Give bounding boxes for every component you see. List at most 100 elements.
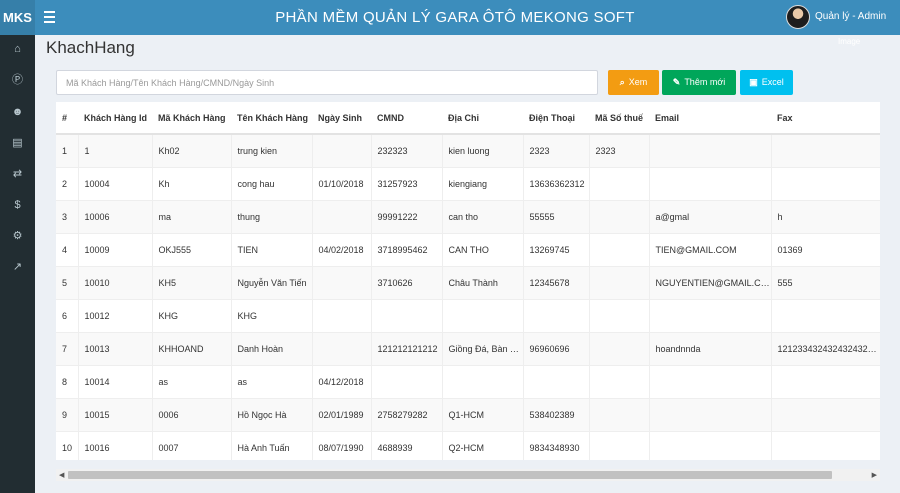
column-header[interactable]: Fax <box>771 102 880 135</box>
table-cell <box>523 365 590 398</box>
exchange-icon[interactable]: ⇄ <box>0 164 35 184</box>
table-cell: 10013 <box>78 332 153 365</box>
table-cell <box>649 134 772 167</box>
column-header[interactable]: Mã Số thuế <box>589 102 649 135</box>
table-cell <box>771 167 880 200</box>
table-cell: 55555 <box>523 200 590 233</box>
table-cell: 10009 <box>78 233 153 266</box>
table-cell: a@gmal <box>649 200 772 233</box>
page-title: KhachHang <box>46 38 135 57</box>
column-header[interactable]: # <box>56 102 78 135</box>
home-icon[interactable]: ⌂ <box>0 39 35 59</box>
app-logo[interactable]: MKS <box>0 0 35 35</box>
table-cell: 232323 <box>371 134 443 167</box>
table-cell: Q1-HCM <box>442 398 524 431</box>
table-cell: Châu Thành <box>442 266 524 299</box>
user-name[interactable]: Quản lý - Admin <box>815 11 886 22</box>
table-cell <box>771 299 880 332</box>
dollar-icon[interactable]: $ <box>0 195 35 215</box>
table-cell: Giồng Đá, Bàn Tân Định <box>442 332 524 365</box>
table-cell: 2758279282 <box>371 398 443 431</box>
table-cell: 08/07/1990 <box>312 431 372 460</box>
table-row[interactable]: 3 10006 ma thung 99991222 can tho 55555 a@gmal h <box>56 200 880 233</box>
table-cell <box>312 200 372 233</box>
table-cell: KHHOAND <box>152 332 232 365</box>
add-new-button[interactable]: ✎ Thêm mới <box>662 70 736 95</box>
table-cell: 10016 <box>78 431 153 460</box>
table-cell <box>649 431 772 460</box>
column-header[interactable]: Tên Khách Hàng <box>231 102 312 135</box>
table-row[interactable]: 6 10012 KHG KHG <box>56 299 880 332</box>
table-cell <box>312 266 372 299</box>
table-cell <box>312 299 372 332</box>
id-card-icon[interactable]: ▤ <box>0 133 35 153</box>
scroll-left-icon[interactable]: ◀ <box>59 471 64 479</box>
table-cell <box>589 167 650 200</box>
table-cell: ma <box>152 200 232 233</box>
table-cell: Q2-HCM <box>442 431 524 460</box>
table-cell: NGUYENTIEN@GMAIL.COM <box>649 266 772 299</box>
parking-icon[interactable]: Ⓟ <box>0 70 35 90</box>
table-cell: 6 <box>56 299 79 332</box>
table-cell: 12345678 <box>523 266 590 299</box>
table-cell: 9834348930 <box>523 431 590 460</box>
table-row[interactable]: 5 10010 KH5 Nguyễn Văn Tiến 3710626 Châu Thàn… <box>56 266 880 299</box>
excel-export-button[interactable]: ▣ Excel <box>740 70 793 95</box>
table-cell: 01/10/2018 <box>312 167 372 200</box>
table-row[interactable]: 2 10004 Kh cong hau 01/10/2018 31257923 kiengi… <box>56 167 880 200</box>
table-cell: Kh <box>152 167 232 200</box>
table-cell: 121212121212 <box>371 332 443 365</box>
table-cell: 01369 <box>771 233 880 266</box>
table-cell: KHG <box>231 299 313 332</box>
hamburger-menu-icon[interactable] <box>44 11 55 23</box>
column-header[interactable]: Ngày Sinh <box>312 102 371 135</box>
table-cell: 2323 <box>589 134 650 167</box>
table-cell: 1 <box>56 134 79 167</box>
table-cell <box>649 299 772 332</box>
column-header[interactable]: Địa Chỉ <box>442 102 523 135</box>
table-row[interactable]: 7 10013 KHHOAND Danh Hoàn 121212121212 Giồng … <box>56 332 880 365</box>
table-cell: hoandnnda <box>649 332 772 365</box>
column-header[interactable]: CMND <box>371 102 442 135</box>
cogs-icon[interactable]: ⚙ <box>0 226 35 246</box>
table-cell: 10015 <box>78 398 153 431</box>
table-cell: thung <box>231 200 313 233</box>
table-cell <box>649 398 772 431</box>
view-button[interactable]: ⌕ Xem <box>608 70 659 95</box>
table-row[interactable]: 1 1 Kh02 trung kien 232323 kien luong 2323 2323 <box>56 134 880 167</box>
search-input[interactable] <box>56 70 598 95</box>
scroll-right-icon[interactable]: ▶ <box>872 471 877 479</box>
table-cell: KHG <box>152 299 232 332</box>
table-cell <box>589 233 650 266</box>
column-header[interactable]: Điện Thoại <box>523 102 589 135</box>
table-row[interactable]: 9 10015 0006 Hồ Ngọc Hà 02/01/1989 2758279282… <box>56 398 880 431</box>
scrollbar-thumb[interactable] <box>68 471 832 479</box>
table-cell: 5 <box>56 266 79 299</box>
table-cell <box>589 299 650 332</box>
search-icon: ⌕ <box>619 77 625 87</box>
app-title: PHẦN MỀM QUẢN LÝ GARA ÔTÔ MEKONG SOFT <box>275 9 635 26</box>
line-chart-icon[interactable]: ↗ <box>0 257 35 277</box>
table-cell: trung kien <box>231 134 313 167</box>
table-row[interactable]: 10 10016 0007 Hà Anh Tuấn 08/07/1990 4688939 Q… <box>56 431 880 460</box>
table-row[interactable]: 4 10009 OKJ555 TIEN 04/02/2018 3718995462 CAN … <box>56 233 880 266</box>
table-cell <box>442 299 524 332</box>
table-row[interactable]: 8 10014 as as 04/12/2018 <box>56 365 880 398</box>
table-cell <box>589 431 650 460</box>
table-cell: 4 <box>56 233 79 266</box>
horizontal-scrollbar[interactable]: ◀ ▶ <box>56 469 880 481</box>
table-cell: 99991222 <box>371 200 443 233</box>
table-cell: 2 <box>56 167 79 200</box>
table-cell <box>312 332 372 365</box>
table-cell: 10006 <box>78 200 153 233</box>
column-header[interactable]: Khách Hàng Id <box>78 102 152 135</box>
user-icon[interactable]: ☻ <box>0 102 35 122</box>
table-cell: 4688939 <box>371 431 443 460</box>
column-header[interactable]: Email <box>649 102 771 135</box>
user-avatar[interactable] <box>786 5 810 29</box>
column-header[interactable]: Mã Khách Hàng <box>152 102 231 135</box>
table-cell: Kh02 <box>152 134 232 167</box>
table-cell: 02/01/1989 <box>312 398 372 431</box>
sidebar: ⌂ Ⓟ ☻ ▤ ⇄ $ ⚙ ↗ <box>0 35 35 493</box>
customer-table: # Khách Hàng Id Mã Khách Hàng Tên Khách … <box>56 102 880 460</box>
